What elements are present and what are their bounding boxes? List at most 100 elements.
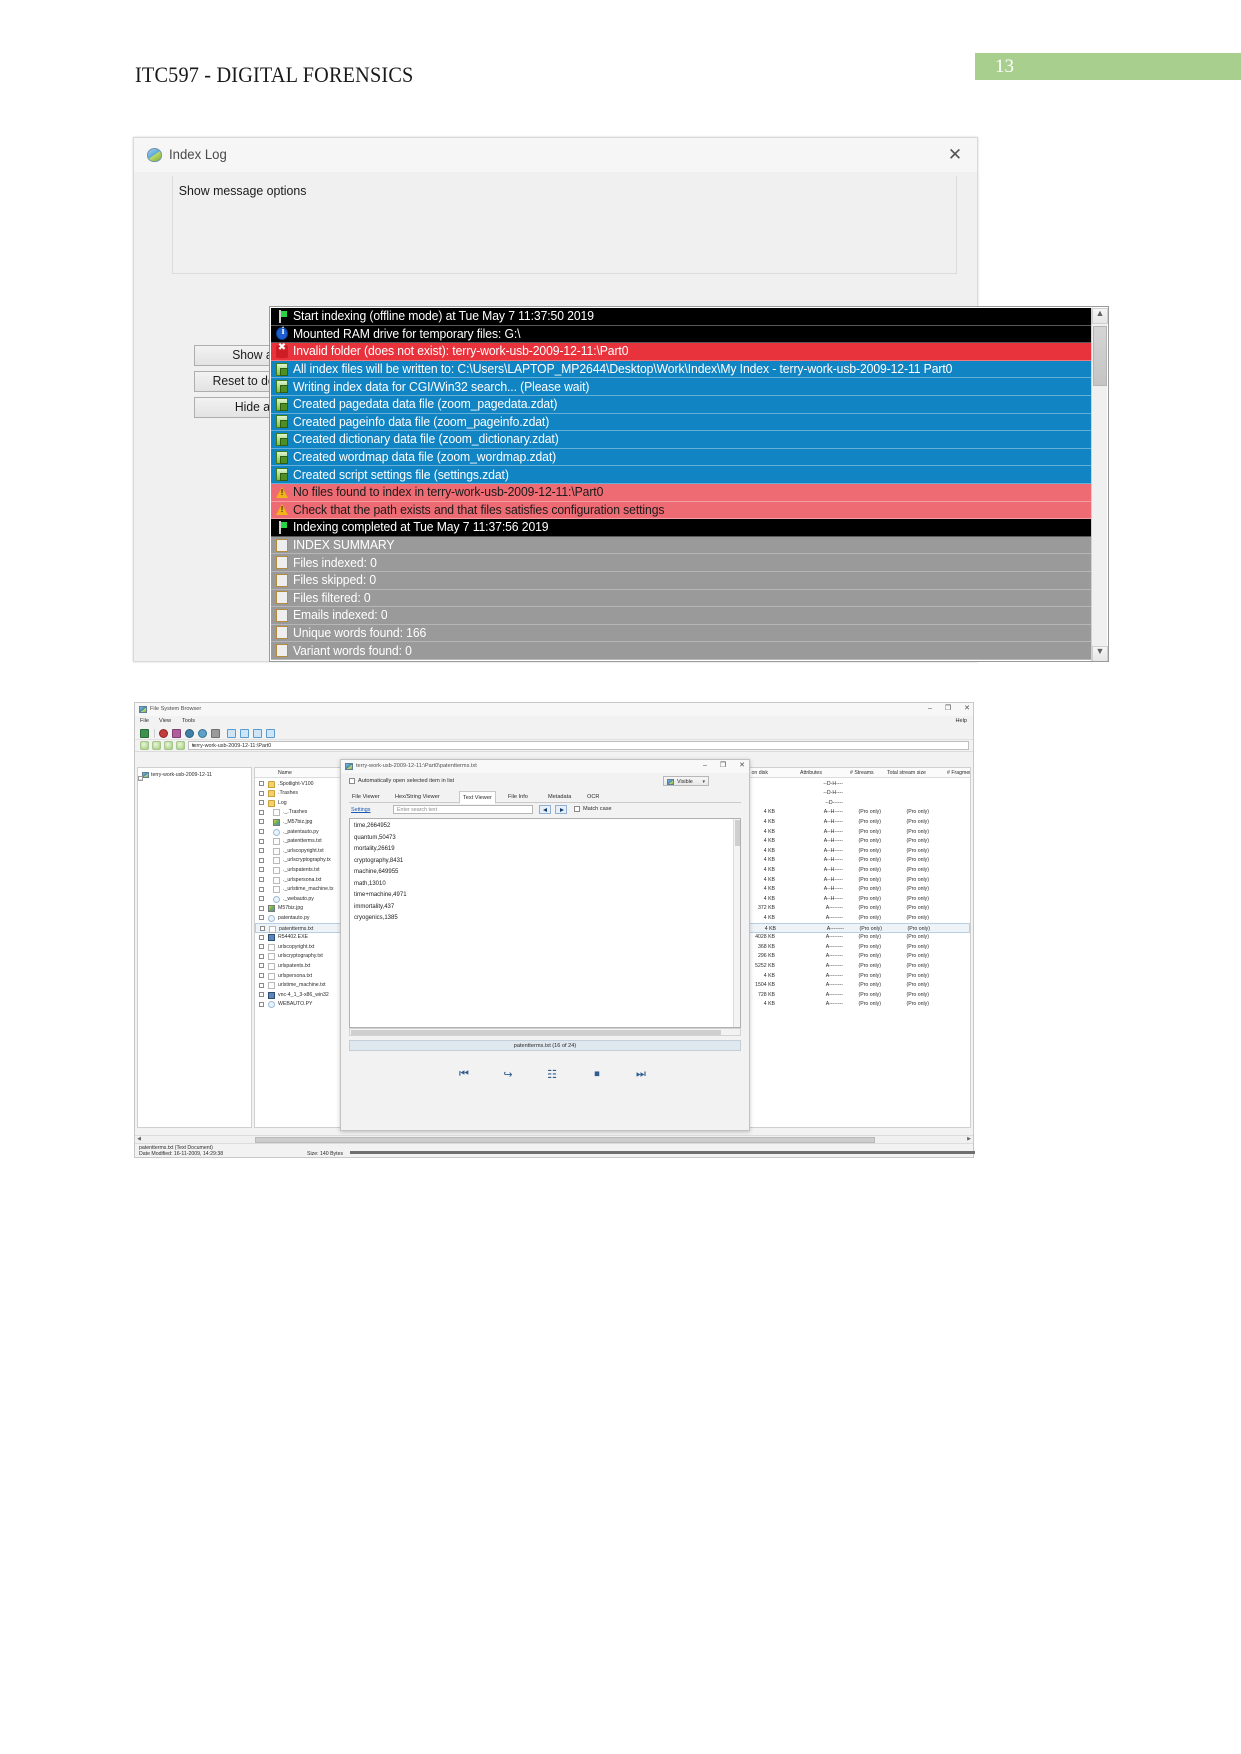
- row-checkbox[interactable]: [259, 809, 264, 815]
- row-checkbox[interactable]: [259, 886, 264, 892]
- log-row[interactable]: Mounted RAM drive for temporary files: G…: [271, 325, 1093, 344]
- row-checkbox[interactable]: [259, 781, 264, 786]
- close-icon[interactable]: ✕: [964, 705, 970, 713]
- find-next-icon[interactable]: [555, 805, 567, 814]
- row-checkbox[interactable]: [259, 973, 264, 978]
- view-file-button[interactable]: ☷: [541, 1068, 563, 1088]
- log-row[interactable]: Files filtered: 0: [271, 589, 1093, 608]
- tab-ocr[interactable]: OCR: [584, 792, 602, 803]
- column-fragments[interactable]: # Fragments: [947, 770, 970, 776]
- search-icon[interactable]: [185, 729, 194, 738]
- row-checkbox[interactable]: [259, 963, 264, 969]
- log-row[interactable]: Emails indexed: 0: [271, 607, 1093, 625]
- last-item-button[interactable]: ⏭: [630, 1068, 652, 1088]
- scrollbar-thumb[interactable]: [351, 1030, 721, 1035]
- log-row[interactable]: Invalid folder (does not exist): terry-w…: [271, 342, 1093, 361]
- menu-file[interactable]: File: [140, 718, 149, 724]
- chevron-down-icon[interactable]: ▾: [192, 743, 966, 749]
- row-checkbox[interactable]: [259, 790, 264, 796]
- log-row[interactable]: Unique words found: 166: [271, 624, 1093, 643]
- log-row[interactable]: Created wordmap data file (zoom_wordmap.…: [271, 448, 1093, 467]
- row-checkbox[interactable]: [259, 905, 264, 911]
- row-checkbox[interactable]: [259, 944, 264, 950]
- log-row[interactable]: All index files will be written to: C:\U…: [271, 360, 1093, 379]
- log-scrollbar[interactable]: ▲ ▼: [1091, 308, 1108, 661]
- tab-hex-string-viewer[interactable]: Hex/String Viewer: [392, 792, 443, 803]
- column-attributes[interactable]: Attributes: [800, 770, 822, 776]
- row-checkbox[interactable]: [259, 896, 264, 902]
- forward-icon[interactable]: [152, 741, 161, 750]
- export-file-button[interactable]: ↪: [497, 1068, 519, 1088]
- address-input[interactable]: terry-work-usb-2009-12-11:\Part0 ▾: [188, 741, 969, 750]
- folder-tree-panel[interactable]: – terry-work-usb-2009-12-11: [137, 767, 252, 1128]
- log-row[interactable]: Start indexing (offline mode) at Tue May…: [271, 308, 1093, 326]
- row-checkbox[interactable]: [259, 992, 264, 998]
- row-checkbox[interactable]: [259, 838, 264, 844]
- tab-file-info[interactable]: File Info: [505, 792, 531, 803]
- row-checkbox[interactable]: [259, 1001, 264, 1007]
- row-checkbox[interactable]: [259, 877, 264, 882]
- horizontal-scrollbar[interactable]: ◀ ▶: [135, 1135, 973, 1143]
- tree-item-root[interactable]: – terry-work-usb-2009-12-11: [138, 772, 212, 781]
- log-row[interactable]: Check that the path exists and that file…: [271, 501, 1093, 520]
- row-checkbox[interactable]: [259, 982, 264, 988]
- view-details-icon[interactable]: [227, 729, 236, 738]
- column-total-size[interactable]: Total stream size: [887, 770, 926, 776]
- row-checkbox[interactable]: [259, 857, 264, 863]
- settings-link[interactable]: Settings: [351, 807, 370, 813]
- log-row[interactable]: Writing index data for CGI/Win32 search.…: [271, 378, 1093, 396]
- first-item-button[interactable]: ⏮: [453, 1068, 475, 1088]
- scroll-down-icon[interactable]: ▼: [1092, 646, 1108, 661]
- log-row[interactable]: Created pageinfo data file (zoom_pageinf…: [271, 413, 1093, 432]
- log-row[interactable]: Created dictionary data file (zoom_dicti…: [271, 431, 1093, 449]
- row-checkbox[interactable]: [259, 848, 264, 854]
- tab-metadata[interactable]: Metadata: [545, 792, 574, 803]
- log-row[interactable]: Files indexed: 0: [271, 554, 1093, 572]
- maximize-icon[interactable]: ❐: [945, 705, 951, 713]
- scrollbar-thumb[interactable]: [735, 820, 740, 846]
- row-checkbox[interactable]: [259, 867, 264, 873]
- stack-icon[interactable]: [211, 729, 220, 738]
- match-case-checkbox[interactable]: Match case: [574, 806, 612, 812]
- row-checkbox[interactable]: [259, 915, 264, 921]
- auto-open-checkbox[interactable]: Automatically open selected item in list: [349, 778, 454, 784]
- disk-image-icon[interactable]: [140, 729, 149, 738]
- text-vertical-scrollbar[interactable]: [733, 819, 740, 1027]
- find-previous-icon[interactable]: [539, 805, 551, 814]
- search-input[interactable]: Enter search text: [393, 805, 533, 814]
- menu-view[interactable]: View: [159, 718, 171, 724]
- up-icon[interactable]: [164, 741, 173, 750]
- refresh-icon[interactable]: [159, 729, 168, 738]
- log-row[interactable]: INDEX SUMMARY: [271, 536, 1093, 555]
- column-name[interactable]: Name: [278, 770, 292, 776]
- menu-tools[interactable]: Tools: [182, 718, 195, 724]
- row-checkbox[interactable]: [259, 829, 264, 834]
- log-row[interactable]: Files skipped: 0: [271, 571, 1093, 590]
- view-grid-icon[interactable]: [240, 729, 249, 738]
- tree-expander-icon[interactable]: –: [138, 776, 143, 781]
- copy-icon[interactable]: [198, 729, 207, 738]
- minimize-icon[interactable]: –: [703, 762, 707, 770]
- log-row[interactable]: Created pagedata data file (zoom_pagedat…: [271, 395, 1093, 414]
- log-row[interactable]: Created script settings file (settings.z…: [271, 466, 1093, 484]
- text-content-area[interactable]: time,2664952 quantum,50473 mortality,26619…: [349, 818, 741, 1028]
- log-row[interactable]: No files found to index in terry-work-us…: [271, 483, 1093, 502]
- row-checkbox[interactable]: [259, 819, 264, 825]
- row-checkbox[interactable]: [259, 934, 264, 940]
- log-row[interactable]: Variant words found: 0: [271, 642, 1093, 660]
- help-link[interactable]: Help: [955, 718, 967, 724]
- view-tiles-icon[interactable]: [266, 729, 275, 738]
- stop-button[interactable]: ⏹: [586, 1068, 608, 1088]
- maximize-icon[interactable]: ❐: [720, 762, 726, 770]
- text-horizontal-scrollbar[interactable]: [349, 1028, 741, 1036]
- scroll-up-icon[interactable]: ▲: [1092, 308, 1108, 324]
- tab-file-viewer[interactable]: File Viewer: [349, 792, 383, 803]
- log-row[interactable]: Indexing completed at Tue May 7 11:37:56…: [271, 519, 1093, 537]
- column-streams[interactable]: # Streams: [850, 770, 874, 776]
- row-checkbox[interactable]: [259, 800, 264, 806]
- tab-text-viewer[interactable]: Text Viewer: [459, 791, 496, 804]
- minimize-icon[interactable]: –: [928, 705, 932, 713]
- log-message-list[interactable]: Start indexing (offline mode) at Tue May…: [269, 306, 1109, 662]
- view-list-icon[interactable]: [253, 729, 262, 738]
- scrollbar-thumb[interactable]: [1093, 326, 1107, 386]
